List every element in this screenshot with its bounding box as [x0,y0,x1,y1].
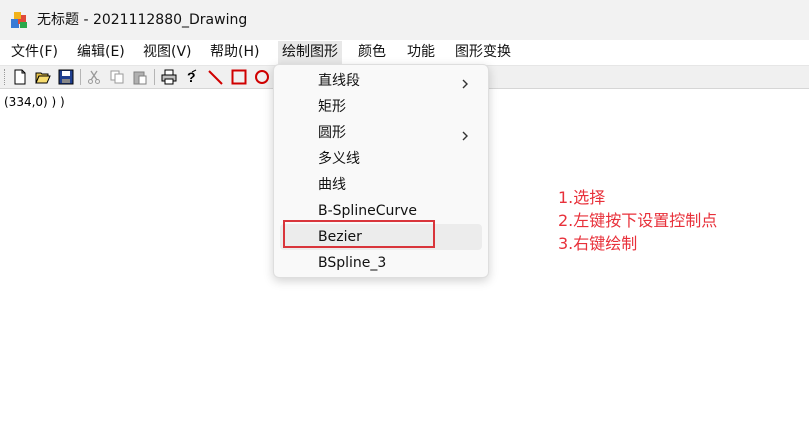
menu-help[interactable]: 帮助(H) [210,44,259,61]
bezier-highlight-box [283,220,435,248]
save-icon[interactable] [58,69,74,85]
rectangle-tool-icon[interactable] [231,69,247,85]
cursor-coordinates: (334,0) ) ) [4,95,65,109]
chevron-right-icon [460,127,470,141]
menu-item-label: 圆形 [318,125,346,141]
chevron-right-icon [460,75,470,89]
menu-file[interactable]: 文件(F) [11,44,58,61]
open-folder-icon[interactable] [35,69,51,85]
menu-item-bspline-3[interactable]: BSpline_3 [274,250,488,276]
menu-function[interactable]: 功能 [407,44,435,61]
title-bar: 无标题 - 2021112880_Drawing [0,0,809,40]
menu-item-label: 矩形 [318,99,346,115]
copy-icon[interactable] [109,69,125,85]
menu-item-label: 多义线 [318,151,360,167]
toolbar-grip [4,69,7,85]
menu-transform[interactable]: 图形变换 [455,44,511,61]
new-file-icon[interactable] [12,69,28,85]
menu-item-line-segment[interactable]: 直线段 [274,68,488,94]
menu-item-circle[interactable]: 圆形 [274,120,488,146]
menu-draw-shapes[interactable]: 绘制图形 [278,41,342,64]
menu-item-label: B-SplineCurve [318,203,417,219]
menu-edit[interactable]: 编辑(E) [77,44,125,61]
window-title: 无标题 - 2021112880_Drawing [37,12,248,28]
menu-item-label: 直线段 [318,73,360,89]
cut-icon[interactable] [86,69,102,85]
menu-item-polyline[interactable]: 多义线 [274,146,488,172]
menu-color[interactable]: 颜色 [358,44,386,61]
menu-view[interactable]: 视图(V) [143,44,192,61]
menu-item-label: 曲线 [318,177,346,193]
menu-item-label: BSpline_3 [318,255,387,271]
print-icon[interactable] [161,69,177,85]
paste-icon[interactable] [132,69,148,85]
circle-tool-icon[interactable] [254,69,270,85]
instruction-step-1: 1.选择 [558,188,606,207]
help-icon[interactable]: ? [183,69,199,85]
instruction-annotation: 1.选择 2.左键按下设置控制点 3.右键绘制 [558,186,717,255]
toolbar-separator [80,69,81,85]
instruction-step-3: 3.右键绘制 [558,234,638,253]
menu-item-curve[interactable]: 曲线 [274,172,488,198]
line-tool-icon[interactable] [207,69,223,85]
instruction-step-2: 2.左键按下设置控制点 [558,211,718,230]
menu-item-rectangle[interactable]: 矩形 [274,94,488,120]
toolbar-separator [154,69,155,85]
menu-bar: 文件(F) 编辑(E) 视图(V) 帮助(H) 绘制图形 颜色 功能 图形变换 [0,40,809,66]
app-icon [9,10,29,30]
